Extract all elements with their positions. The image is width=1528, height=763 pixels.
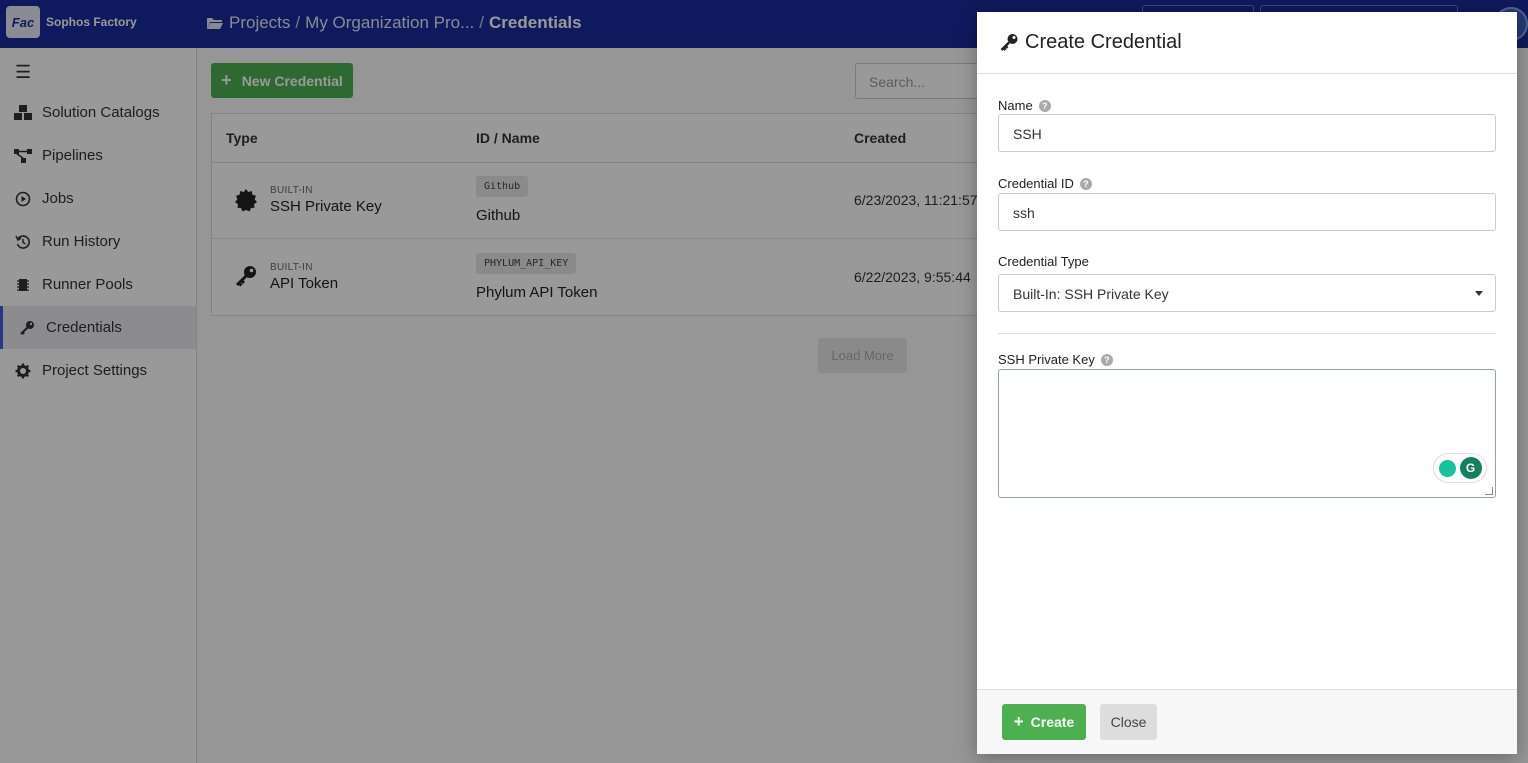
grammarly-widget[interactable]: G (1433, 453, 1487, 483)
key-icon (1000, 33, 1018, 51)
create-button-label: Create (1030, 714, 1075, 730)
ssh-key-label: SSH Private Key ? (998, 352, 1113, 367)
credential-type-select[interactable]: Built-In: SSH Private Key (998, 274, 1496, 312)
form-divider (998, 333, 1496, 334)
lightbulb-icon (1438, 459, 1456, 477)
create-button[interactable]: + Create (1002, 704, 1086, 740)
help-icon[interactable]: ? (1079, 177, 1092, 190)
ssh-key-label-text: SSH Private Key (998, 352, 1095, 367)
modal-footer: + Create Close (977, 689, 1517, 754)
help-icon[interactable]: ? (1100, 353, 1113, 366)
credential-id-label-text: Credential ID (998, 176, 1074, 191)
caret-down-icon (1475, 291, 1483, 296)
modal-title: Create Credential (1025, 31, 1182, 53)
credential-type-label-text: Credential Type (998, 254, 1089, 269)
plus-icon: + (1013, 712, 1024, 731)
close-button[interactable]: Close (1100, 704, 1157, 740)
create-credential-modal: Create Credential Name ? SSH Credential … (977, 12, 1517, 754)
credential-id-label: Credential ID ? (998, 176, 1092, 191)
name-label: Name ? (998, 98, 1051, 113)
help-icon[interactable]: ? (1038, 99, 1051, 112)
credential-type-label: Credential Type (998, 254, 1089, 269)
modal-header: Create Credential (977, 12, 1517, 74)
credential-type-value: Built-In: SSH Private Key (1013, 286, 1169, 302)
resize-handle[interactable] (1485, 487, 1493, 495)
grammarly-icon: G (1459, 457, 1482, 479)
name-label-text: Name (998, 98, 1033, 113)
credential-id-field[interactable]: ssh (998, 193, 1496, 231)
name-field[interactable]: SSH (998, 114, 1496, 152)
ssh-key-textarea[interactable]: G (998, 369, 1496, 498)
